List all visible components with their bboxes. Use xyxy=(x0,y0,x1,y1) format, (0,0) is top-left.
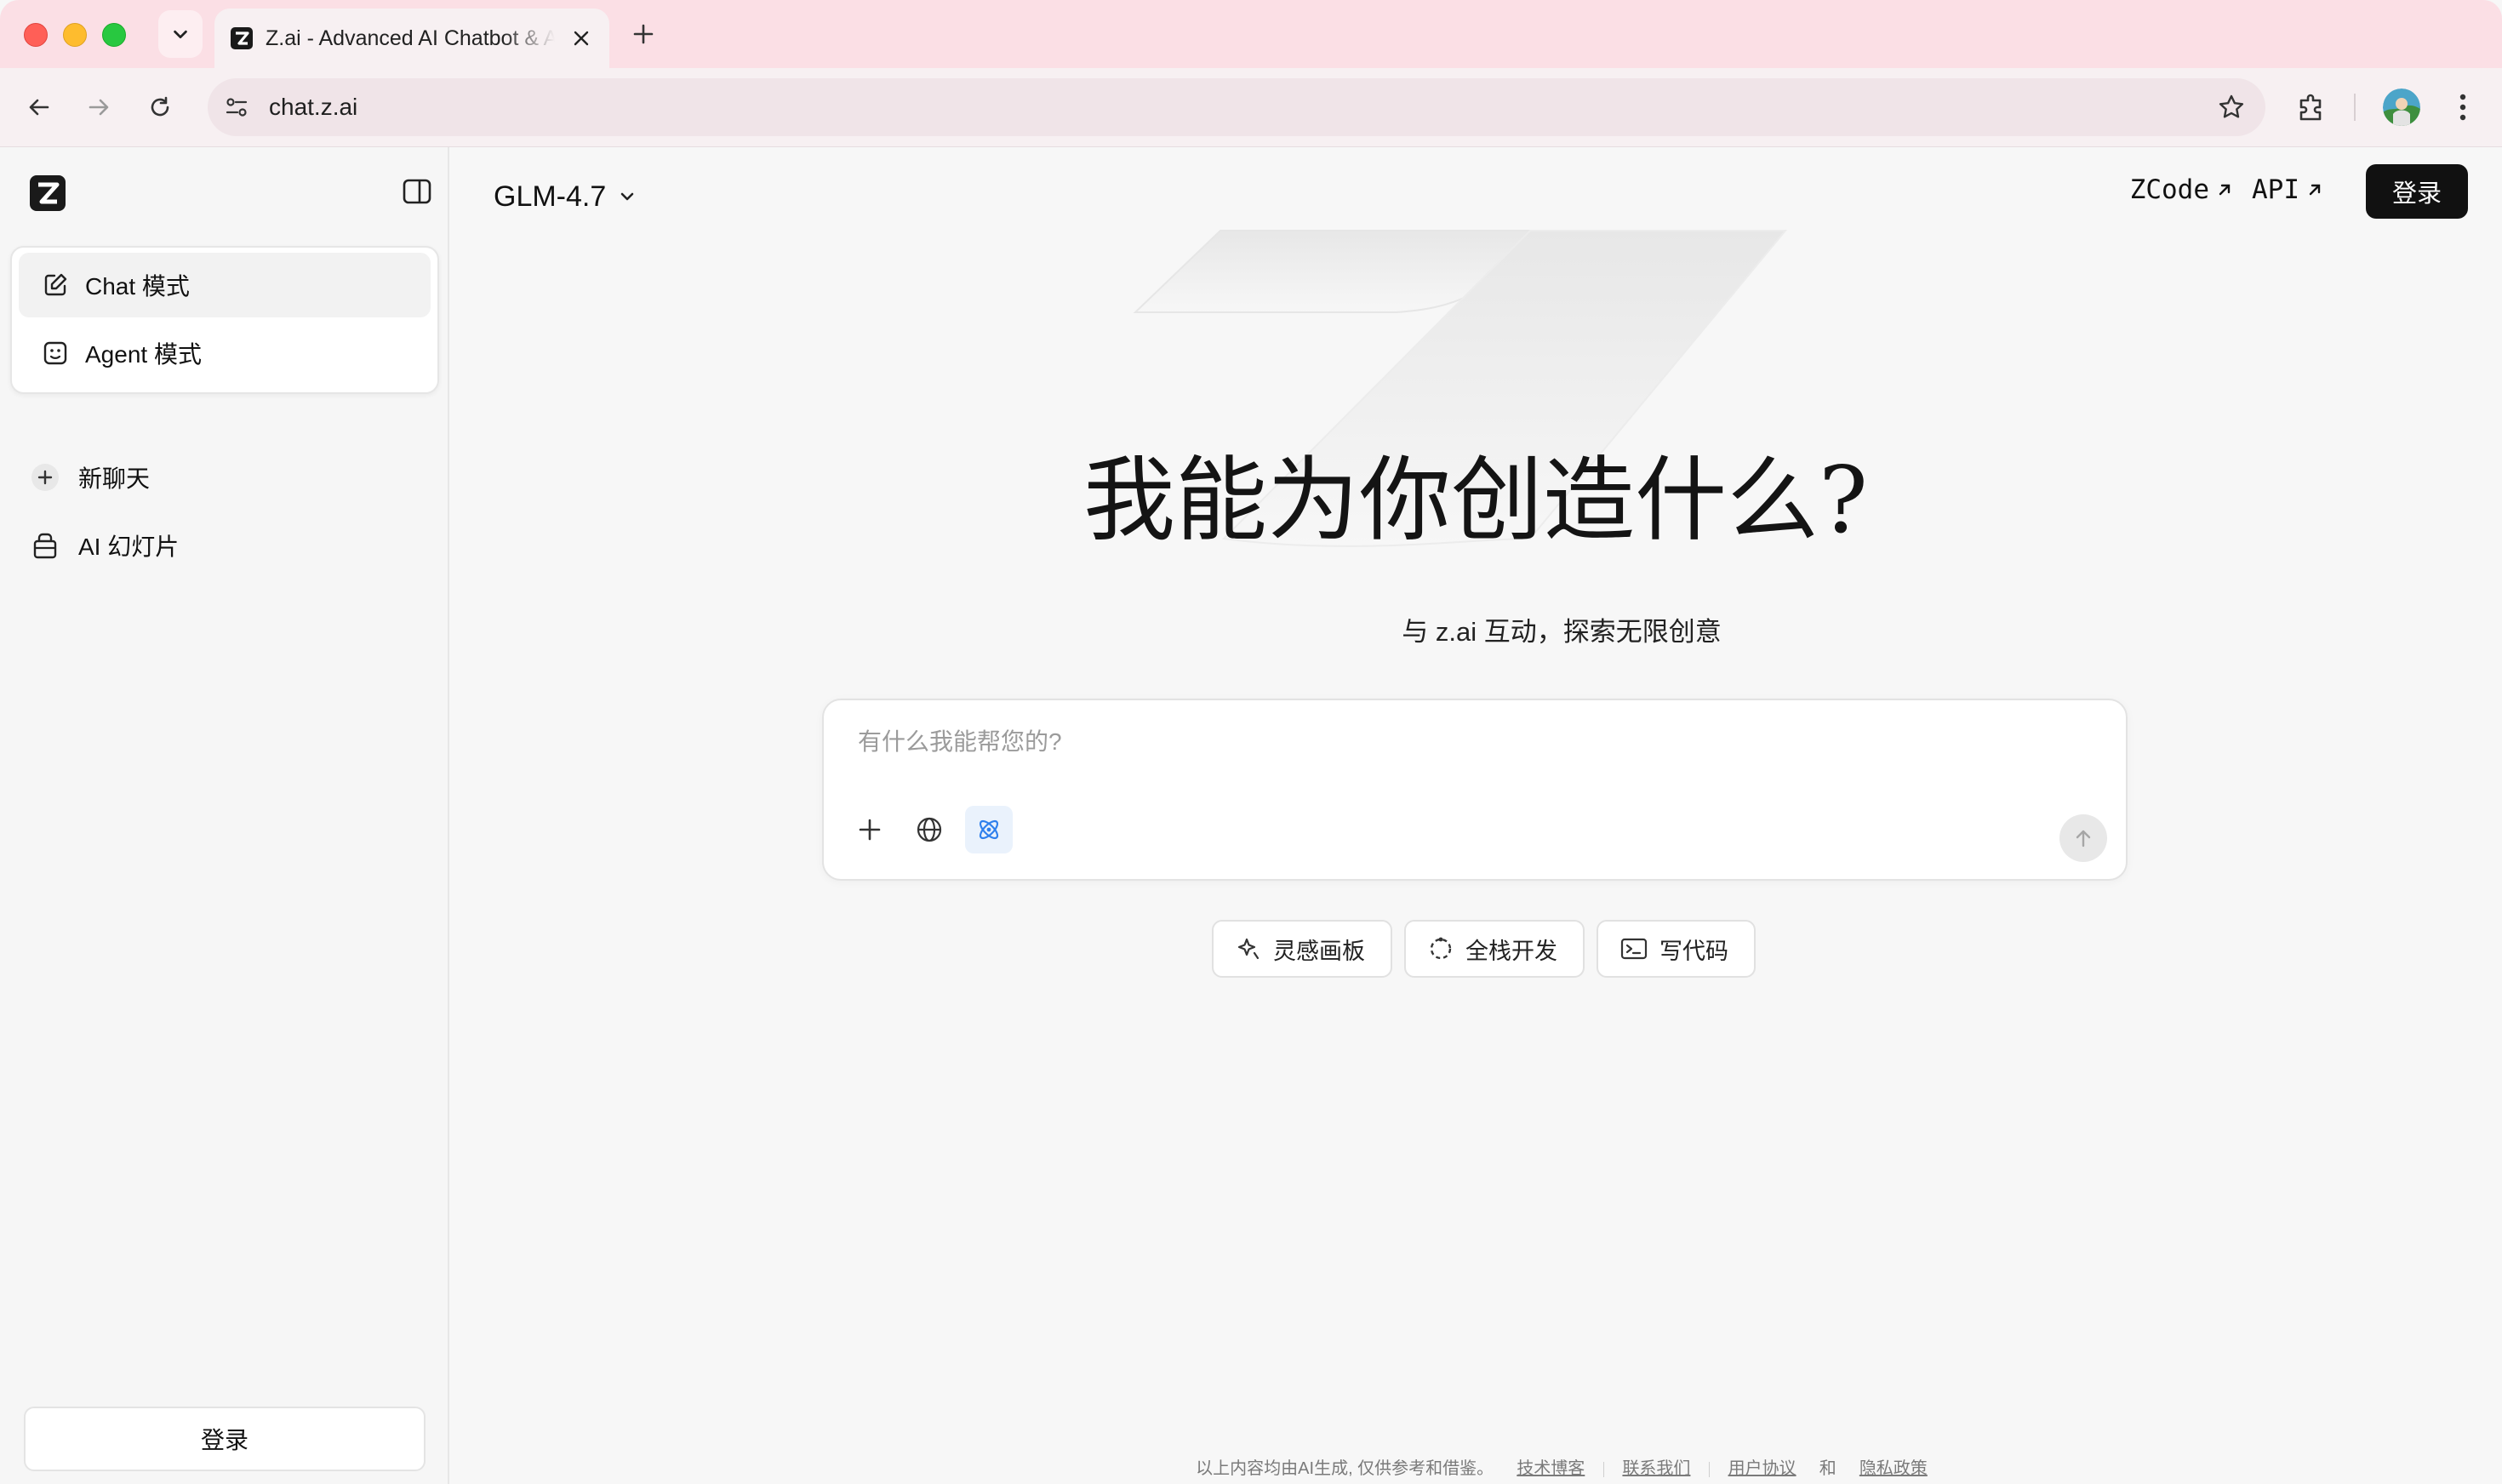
deep-think-button[interactable] xyxy=(965,806,1013,853)
footer: 以上内容均由AI生成, 仅供参考和借鉴。 技术博客 联系我们 用户协议 和 隐私… xyxy=(449,1454,2502,1479)
agent-face-icon xyxy=(43,341,67,365)
chip-label: 灵感画板 xyxy=(1273,938,1365,964)
arrow-left-icon xyxy=(29,99,49,116)
footer-link-privacy[interactable]: 隐私政策 xyxy=(1859,1459,1928,1478)
chip-label: 全栈开发 xyxy=(1465,938,1557,964)
reload-icon xyxy=(151,96,169,117)
mode-label: Agent 模式 xyxy=(85,341,202,368)
chat-composer xyxy=(822,699,2128,881)
more-vertical-icon xyxy=(2459,94,2466,121)
browser-tab-active[interactable]: Z.ai - Advanced AI Chatbot & AI Agent xyxy=(214,9,609,68)
sidebar-item-ai-slides[interactable]: AI 幻灯片 xyxy=(31,522,179,569)
tab-close-button[interactable] xyxy=(568,26,594,51)
plus-icon xyxy=(859,819,881,841)
tab-title: Z.ai - Advanced AI Chatbot & AI Agent xyxy=(266,26,555,50)
header-links: ZCode API xyxy=(2111,174,2323,205)
hero-title: 我能为你创造什么? xyxy=(1083,448,1868,554)
attach-button[interactable] xyxy=(846,806,894,853)
plus-circle-icon xyxy=(31,464,59,491)
window-minimize-button[interactable] xyxy=(63,23,87,47)
star-icon[interactable] xyxy=(2216,92,2247,123)
reload-button[interactable] xyxy=(141,88,179,126)
extensions-icon[interactable] xyxy=(2293,88,2330,126)
chip-inspiration-board[interactable]: 灵感画板 xyxy=(1212,920,1392,978)
external-arrow-icon xyxy=(2219,184,2231,196)
window-maximize-button[interactable] xyxy=(102,23,126,47)
footer-disclaimer: 以上内容均由AI生成, 仅供参考和借鉴。 xyxy=(1196,1459,1494,1478)
close-icon xyxy=(574,31,589,46)
window-close-button[interactable] xyxy=(24,23,48,47)
main-content: GLM-4.7 ZCode API 登录 我能为你创造什么? 与 z.ai 互动… xyxy=(449,147,2502,1484)
web-search-button[interactable] xyxy=(905,806,953,853)
edit-icon xyxy=(44,273,67,296)
address-bar[interactable]: chat.z.ai xyxy=(208,78,2265,136)
new-chat-label: 新聊天 xyxy=(78,465,151,492)
chevron-down-icon xyxy=(620,192,634,201)
url-text: chat.z.ai xyxy=(269,94,358,120)
browser-toolbar: chat.z.ai xyxy=(0,68,2502,147)
slides-bag-icon xyxy=(33,533,57,559)
chat-input[interactable] xyxy=(856,721,2051,763)
chip-fullstack-dev[interactable]: 全栈开发 xyxy=(1404,920,1585,978)
site-settings-icon xyxy=(226,98,248,117)
z-logo-icon[interactable] xyxy=(29,174,66,212)
api-link-label: API xyxy=(2252,174,2299,205)
footer-link-contact[interactable]: 联系我们 xyxy=(1622,1459,1690,1478)
chip-write-code[interactable]: 写代码 xyxy=(1597,920,1756,978)
header-login-button[interactable]: 登录 xyxy=(2366,164,2468,219)
profile-avatar[interactable] xyxy=(2383,88,2420,126)
model-selector[interactable]: GLM-4.7 xyxy=(494,173,637,220)
zcode-link[interactable]: ZCode xyxy=(2130,174,2233,205)
sidebar-toggle-icon[interactable] xyxy=(402,176,432,207)
mode-label: Chat 模式 xyxy=(85,273,190,300)
mode-item-chat[interactable]: Chat 模式 xyxy=(19,253,431,317)
sidebar: Chat 模式 Agent 模式 新聊天 AI 幻灯片 登录 xyxy=(0,147,449,1484)
new-tab-button[interactable] xyxy=(628,19,659,49)
external-arrow-icon xyxy=(2309,184,2321,196)
send-button[interactable] xyxy=(2059,814,2107,862)
footer-link-user-agreement[interactable]: 用户协议 xyxy=(1728,1459,1797,1478)
footer-and: 和 xyxy=(1819,1459,1837,1478)
avatar-icon xyxy=(2383,88,2420,126)
footer-separator xyxy=(1709,1461,1710,1477)
z-logo-icon xyxy=(231,27,253,49)
browser-menu-button[interactable] xyxy=(2448,88,2478,126)
api-link[interactable]: API xyxy=(2252,174,2323,205)
refresh-dashed-icon xyxy=(1430,937,1452,960)
browser-tab-bar: Z.ai - Advanced AI Chatbot & AI Agent xyxy=(0,0,2502,68)
toolbar-divider xyxy=(2354,94,2356,121)
arrow-right-icon xyxy=(89,99,109,116)
mode-item-agent[interactable]: Agent 模式 xyxy=(19,321,431,385)
terminal-icon xyxy=(1620,938,1648,960)
mode-switcher: Chat 模式 Agent 模式 xyxy=(10,246,439,394)
suggestion-chips: 灵感画板 全栈开发 写代码 xyxy=(1212,920,1768,978)
arrow-up-icon xyxy=(2076,830,2091,848)
globe-icon xyxy=(917,817,942,842)
footer-separator xyxy=(1602,1461,1604,1477)
zcode-link-label: ZCode xyxy=(2129,174,2209,205)
ai-slides-label: AI 幻灯片 xyxy=(78,534,180,560)
model-name: GLM-4.7 xyxy=(494,180,607,213)
back-button[interactable] xyxy=(20,88,58,126)
footer-link-tech-blog[interactable]: 技术博客 xyxy=(1517,1459,1585,1478)
new-chat-button[interactable]: 新聊天 xyxy=(31,454,150,501)
sidebar-login-button[interactable]: 登录 xyxy=(24,1407,426,1471)
plus-icon xyxy=(633,24,654,44)
forward-button[interactable] xyxy=(80,88,117,126)
atom-icon xyxy=(979,819,999,840)
chevron-down-icon xyxy=(174,30,187,39)
tab-search-button[interactable] xyxy=(158,10,203,58)
hero-subtitle: 与 z.ai 互动，探索无限创意 xyxy=(1402,617,1722,647)
chip-label: 写代码 xyxy=(1659,938,1728,964)
sparkle-icon xyxy=(1237,938,1260,960)
